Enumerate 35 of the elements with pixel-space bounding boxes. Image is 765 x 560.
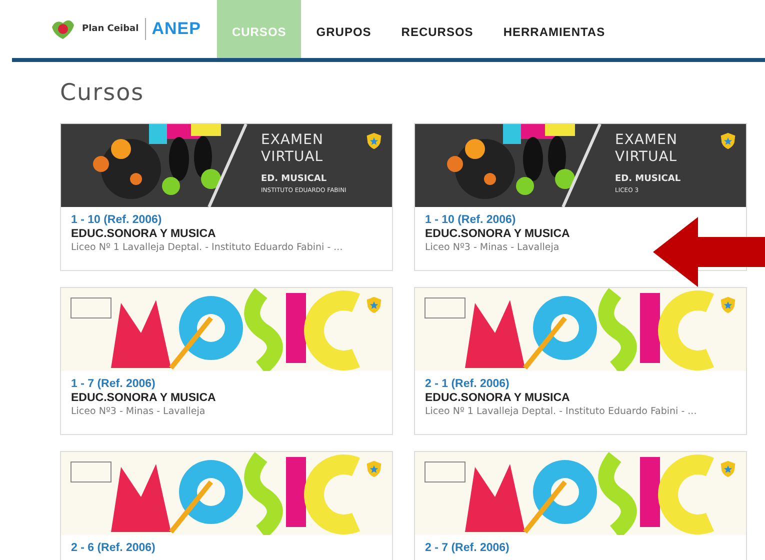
course-school: Liceo Nº 1 Lavalleja Deptal. - Instituto Eduardo Fabini - ... [71,242,344,253]
shield-star-icon [365,132,383,150]
shield-star-icon [719,460,737,478]
course-name: EDUC.SONORA Y MUSICA [71,228,217,240]
page-title: Cursos [60,80,146,106]
course-card[interactable]: 2 - 1 (Ref. 2006) EDUC.SONORA Y MUSICA Liceo Nº 1 Lavalleja Deptal. - Instituto Eduardo Fabini - ... [414,287,747,435]
course-school: Liceo Nº3 - Minas - Lavalleja [425,242,560,253]
nav-tab[interactable]: HERRAMIENTAS [488,0,620,58]
course-code: 2 - 6 (Ref. 2006) [71,542,156,554]
course-code: 1 - 10 (Ref. 2006) [425,214,517,226]
course-name: EDUC.SONORA Y MUSICA [425,392,571,404]
course-code: 1 - 7 (Ref. 2006) [71,378,156,390]
course-code: 1 - 10 (Ref. 2006) [71,214,163,226]
shield-star-icon [719,296,737,314]
shield-star-icon [365,460,383,478]
course-name: EDUC.SONORA Y MUSICA [71,392,217,404]
course-school: Liceo Nº3 - Minas - Lavalleja [71,406,206,417]
course-name: EDUC.SONORA Y MUSICA [425,228,571,240]
course-school: Liceo Nº 1 Lavalleja Deptal. - Instituto Eduardo Fabini - ... [425,406,698,417]
shield-star-icon [365,296,383,314]
nav-tab[interactable]: GRUPOS [301,0,386,58]
banner-subject: ED. MUSICAL [261,174,328,184]
banner-subject: ED. MUSICAL [615,174,682,184]
brand-name: Plan Ceibal [82,24,139,34]
nav-tab[interactable]: RECURSOS [386,0,488,58]
anep-logo: ANEP [152,19,201,39]
course-code: 2 - 1 (Ref. 2006) [425,378,510,390]
course-card[interactable]: 1 - 7 (Ref. 2006) EDUC.SONORA Y MUSICA Liceo Nº3 - Minas - Lavalleja [60,287,393,435]
course-code: 2 - 7 (Ref. 2006) [425,542,510,554]
shield-star-icon [719,132,737,150]
banner-heading: EXAMEN VIRTUAL [615,132,678,166]
course-card[interactable]: 2 - 6 (Ref. 2006) [60,451,393,560]
arrow-icon [653,217,765,287]
course-card[interactable]: 2 - 7 (Ref. 2006) [414,451,747,560]
banner-heading: EXAMEN VIRTUAL [261,132,324,166]
